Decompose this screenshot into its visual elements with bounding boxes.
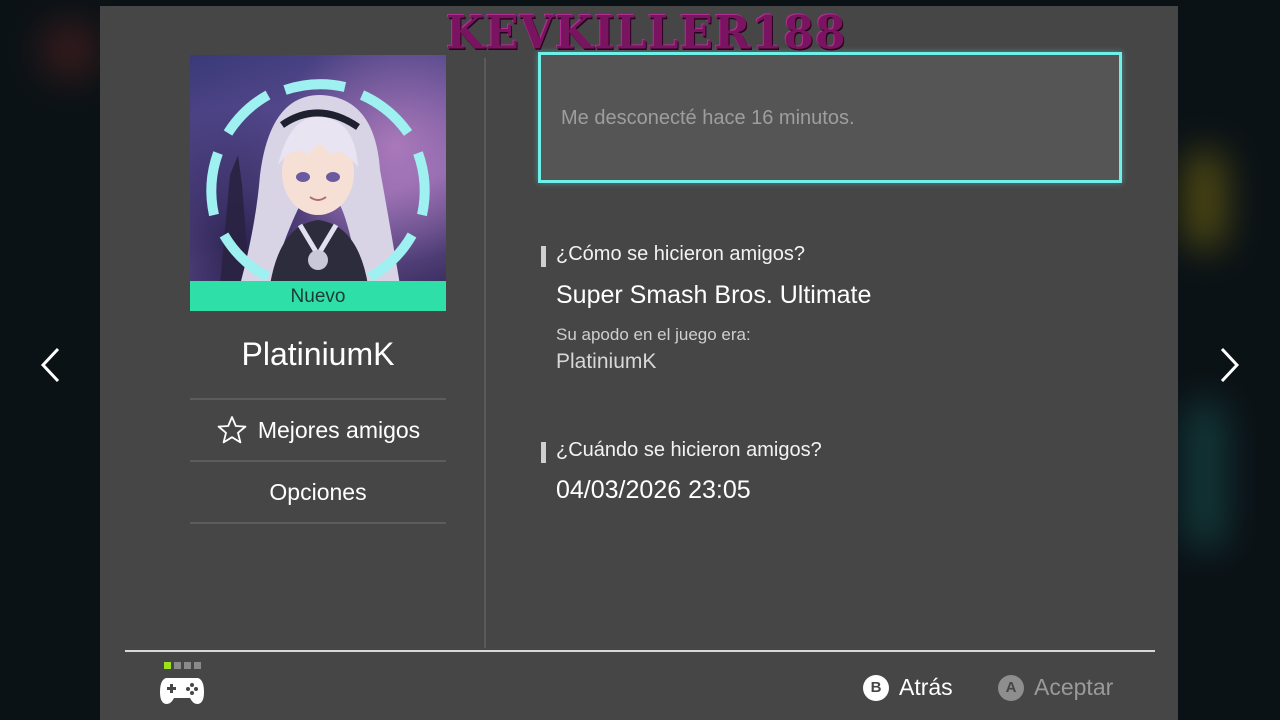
status-message-box[interactable]: Me desconecté hace 16 minutos. — [538, 52, 1122, 183]
controller-icon — [160, 678, 204, 704]
best-friends-label: Mejores amigos — [257, 416, 421, 443]
accept-button[interactable]: A Aceptar — [998, 674, 1113, 701]
previous-friend-arrow-icon[interactable] — [38, 346, 62, 384]
background-blur — [1185, 150, 1225, 250]
menu-divider — [190, 522, 446, 524]
how-met-game: Super Smash Bros. Ultimate — [556, 281, 872, 309]
how-met-heading: ¿Cómo se hicieron amigos? — [540, 243, 805, 267]
next-friend-arrow-icon[interactable] — [1218, 346, 1242, 384]
options-button[interactable]: Opciones — [190, 462, 446, 522]
accept-label: Aceptar — [1034, 674, 1114, 700]
nickname-label: Su apodo en el juego era: — [556, 325, 751, 344]
when-met-heading: ¿Cuándo se hicieron amigos? — [540, 439, 822, 463]
friend-username: PlatiniumK — [241, 336, 395, 372]
status-message: Me desconecté hace 16 minutos. — [561, 107, 855, 129]
avatar-illustration — [206, 79, 430, 285]
new-friend-badge: Nuevo — [190, 281, 446, 311]
background-blur — [40, 20, 100, 80]
b-button-icon: B — [863, 674, 889, 701]
background-blur — [1185, 400, 1225, 550]
watermark: KEVKILLER188 — [446, 6, 847, 61]
best-friends-button[interactable]: Mejores amigos — [190, 400, 446, 460]
star-outline-icon — [217, 416, 247, 444]
back-label: Atrás — [899, 674, 953, 700]
friend-avatar: Nuevo — [190, 55, 446, 311]
nickname-value: PlatiniumK — [556, 350, 657, 373]
a-button-icon: A — [998, 674, 1024, 701]
options-label: Opciones — [269, 478, 367, 505]
footer-divider — [125, 650, 1155, 652]
when-met-datetime: 04/03/2026 23:05 — [556, 476, 751, 504]
back-button[interactable]: B Atrás — [863, 674, 953, 701]
column-divider — [484, 58, 486, 648]
controller-indicator — [164, 662, 201, 669]
